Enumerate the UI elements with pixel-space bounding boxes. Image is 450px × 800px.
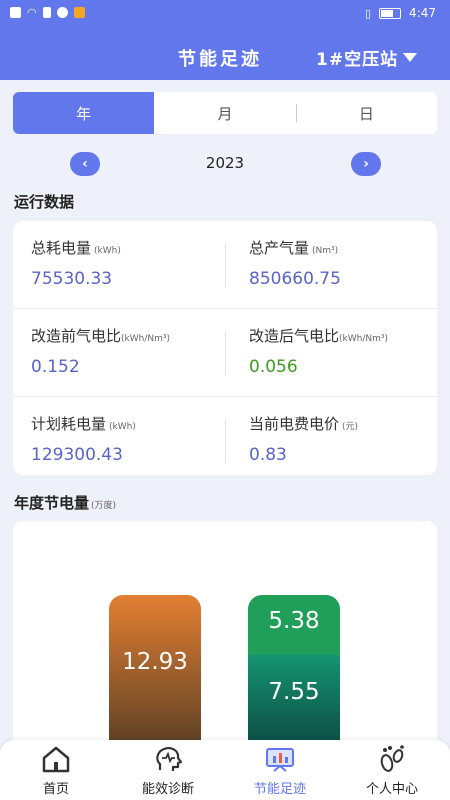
metric-value: 0.056 [249, 357, 298, 377]
metric-electricity-price: 当前电费电价 (元) 0.83 [231, 397, 443, 483]
status-icons-right: ▯ 4:47 [365, 6, 436, 20]
period-tabs: 年 月 日 [13, 92, 437, 134]
station-label: 1#空压站 [316, 50, 399, 70]
annual-saving-title-text: 年度节电量 [14, 494, 90, 512]
vibrate-icon: ▯ [364, 6, 372, 20]
metric-unit: (元) [342, 422, 359, 432]
bar-saving-total: 12.93 [109, 595, 201, 751]
nav-label: 个人中心 [365, 782, 418, 797]
battery-icon [379, 7, 402, 19]
status-bar: ◠ ▯ 4:47 [0, 0, 450, 28]
footprint-chart-icon [266, 748, 294, 772]
nav-diagnosis[interactable]: 能效诊断 [112, 740, 224, 800]
metric-unit: (kWh/Nm³) [121, 334, 170, 344]
metric-unit: (kWh/Nm³) [339, 334, 388, 344]
app-icon [73, 7, 85, 18]
metric-value: 0.152 [31, 357, 80, 377]
bar-saving-segment-top: 5.38 [248, 595, 340, 655]
notification-icon [10, 7, 21, 18]
status-time: 4:47 [409, 6, 436, 20]
sim-icon [42, 7, 51, 18]
nav-label: 首页 [42, 782, 69, 797]
metric-label: 改造后气电比 [249, 327, 340, 345]
nav-personal-center[interactable]: 个人中心 [336, 740, 448, 800]
metric-total-power: 总耗电量 (kWh) 75530.33 [13, 221, 225, 307]
chevron-right-icon: › [363, 156, 369, 172]
metric-unit: (kWh) [94, 246, 121, 256]
metric-ratio-before: 改造前气电比(kWh/Nm³) 0.152 [13, 309, 225, 395]
current-year: 2023 [205, 154, 245, 172]
wifi-icon: ◠ [27, 6, 37, 19]
metric-value: 0.83 [249, 445, 287, 465]
bar-value-label: 5.38 [268, 608, 320, 634]
metric-label: 改造前气电比 [31, 327, 122, 345]
bar-value-label: 12.93 [122, 649, 188, 675]
caret-down-icon [403, 53, 418, 62]
annual-saving-title: 年度节电量 (万度) [14, 492, 116, 513]
nav-label: 节能足迹 [253, 782, 306, 797]
tab-month[interactable]: 月 [154, 92, 295, 134]
running-data-title: 运行数据 [14, 193, 75, 211]
nav-home[interactable]: 首页 [0, 740, 112, 800]
station-selector[interactable]: 1#空压站 [316, 45, 418, 70]
annual-saving-unit: (万度) [91, 501, 117, 511]
bar-value-label: 7.55 [268, 679, 320, 705]
status-icons-left: ◠ [10, 6, 85, 19]
nav-footprint[interactable]: 节能足迹 [224, 740, 336, 800]
divider [225, 243, 226, 287]
metric-value: 129300.43 [31, 445, 123, 465]
divider [225, 419, 226, 463]
home-icon [42, 746, 70, 773]
footprint-person-icon [380, 745, 404, 772]
metric-planned-power: 计划耗电量 (kWh) 129300.43 [13, 397, 225, 483]
divider [225, 331, 226, 375]
metric-unit: (Nm³) [312, 246, 339, 256]
metric-label: 总耗电量 [31, 239, 92, 257]
metric-ratio-after: 改造后气电比(kWh/Nm³) 0.056 [231, 309, 443, 395]
tab-year[interactable]: 年 [13, 92, 155, 134]
running-data-card: 总耗电量 (kWh) 75530.33 总产气量 (Nm³) 850660.75 改… [13, 221, 437, 475]
metric-total-gas: 总产气量 (Nm³) 850660.75 [231, 221, 443, 307]
bottom-nav: 首页 能效诊断 节能足迹 个人中心 [0, 740, 450, 800]
metric-label: 总产气量 [249, 239, 310, 257]
page-title: 节能足迹 [178, 49, 262, 70]
metric-unit: (kWh) [109, 422, 136, 432]
bar-saving-segment-bottom: 7.55 [248, 655, 340, 751]
metric-value: 75530.33 [31, 269, 113, 289]
annual-saving-chart: 12.93 5.38 7.55 [13, 521, 437, 751]
diagnosis-icon [156, 747, 183, 771]
metric-value: 850660.75 [249, 269, 341, 289]
year-navigator: ‹ 2023 › [0, 150, 450, 180]
metric-label: 计划耗电量 [31, 415, 107, 433]
metric-label: 当前电费电价 [249, 415, 340, 433]
next-year-button[interactable]: › [351, 152, 381, 176]
app-header: 节能足迹 1#空压站 [0, 28, 450, 80]
vpn-icon [56, 7, 68, 18]
nav-label: 能效诊断 [141, 782, 194, 797]
tab-day[interactable]: 日 [295, 92, 437, 134]
